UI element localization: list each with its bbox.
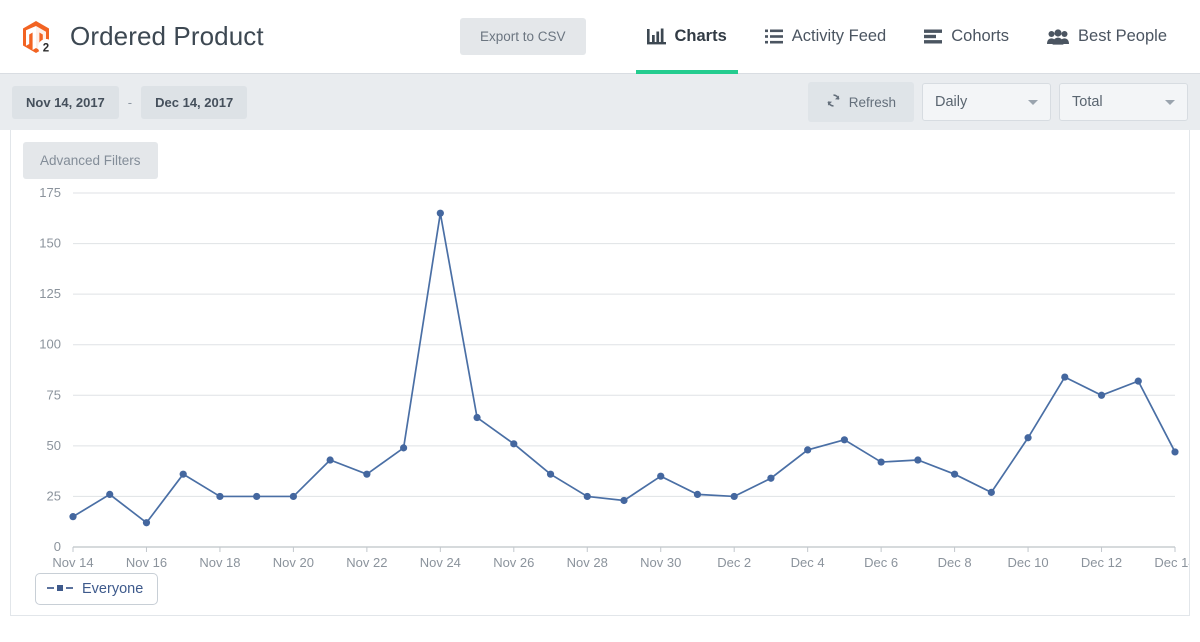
data-point[interactable] (436, 209, 444, 217)
y-axis-tick-label: 0 (54, 539, 61, 554)
tab-cohorts-label: Cohorts (951, 27, 1010, 45)
x-axis-tick-label: Dec 8 (938, 555, 972, 570)
data-point[interactable] (987, 488, 995, 496)
x-axis-tick-label: Nov 20 (273, 555, 314, 570)
series-line-everyone (72, 213, 1176, 524)
tab-activity-feed-label: Activity Feed (791, 27, 887, 45)
data-point[interactable] (363, 470, 371, 478)
magento-2-logo-icon: 2 (16, 16, 56, 57)
line-chart: 0 25 50 75 100 125 150 175 Nov 14 Nov 16 Nov 18 Nov… (11, 179, 1189, 579)
rows-icon (924, 29, 943, 44)
data-point[interactable] (400, 444, 408, 452)
data-point[interactable] (510, 440, 518, 448)
list-icon (764, 29, 783, 44)
data-point[interactable] (1097, 391, 1106, 399)
data-point[interactable] (840, 436, 849, 444)
x-axis-tick-label: Nov 14 (52, 555, 93, 570)
data-point[interactable] (583, 492, 591, 501)
x-axis-tick-label: Nov 26 (493, 555, 534, 570)
data-point[interactable] (877, 458, 885, 466)
data-point[interactable] (179, 470, 187, 478)
x-axis-tick-label: Dec 10 (1007, 555, 1048, 570)
data-point[interactable] (253, 492, 261, 501)
advanced-filters-button[interactable]: Advanced Filters (23, 142, 158, 179)
filter-toolbar: Nov 14, 2017 - Dec 14, 2017 Refresh Dail… (0, 74, 1200, 130)
export-to-csv-button[interactable]: Export to CSV (459, 18, 586, 55)
x-axis-tick-label: Dec 2 (717, 555, 751, 570)
x-axis-tick-label: Nov 16 (126, 555, 167, 570)
data-point[interactable] (289, 492, 297, 501)
tab-charts-label: Charts (674, 27, 727, 45)
date-from-input[interactable]: Nov 14, 2017 (12, 85, 119, 119)
x-axis-tick-label: Nov 28 (567, 555, 608, 570)
y-axis-tick-label: 175 (39, 185, 61, 200)
x-axis-tick-label: Dec 6 (864, 555, 898, 570)
people-group-icon (1047, 28, 1070, 45)
refresh-button-label: Refresh (848, 94, 896, 110)
date-to-input[interactable]: Dec 14, 2017 (141, 85, 248, 119)
metric-select-value: Total (1072, 94, 1103, 110)
data-point[interactable] (804, 446, 812, 454)
y-axis-tick-label: 25 (47, 488, 61, 503)
data-point[interactable] (1134, 377, 1142, 385)
y-axis-tick-label: 100 (39, 337, 61, 352)
y-axis-tick-label: 75 (47, 387, 61, 402)
data-point[interactable] (620, 496, 628, 505)
data-point[interactable] (767, 474, 775, 482)
data-point[interactable] (69, 513, 77, 521)
data-point[interactable] (914, 456, 922, 464)
filters-row: Advanced Filters (11, 130, 1189, 179)
interval-select[interactable]: Daily (922, 83, 1051, 121)
refresh-icon (826, 93, 841, 111)
data-point[interactable] (693, 490, 702, 499)
x-axis-tick-label: Nov 22 (346, 555, 387, 570)
y-axis-tick-label: 125 (39, 286, 61, 301)
x-axis-tick-label: Dec 4 (791, 555, 825, 570)
y-axis-tick-label: 50 (47, 438, 61, 453)
main-nav: Export to CSV Charts Activity Feed Cohor… (459, 0, 1186, 74)
x-axis-tick-label: Dec 14 (1154, 555, 1189, 570)
data-point[interactable] (657, 472, 665, 480)
tab-charts[interactable]: Charts (628, 0, 746, 74)
data-point[interactable] (1171, 448, 1179, 456)
data-point[interactable] (546, 470, 555, 478)
metric-select[interactable]: Total (1059, 83, 1188, 121)
svg-text:2: 2 (43, 42, 49, 54)
tab-best-people-label: Best People (1078, 27, 1167, 45)
data-point[interactable] (326, 456, 334, 464)
interval-select-value: Daily (935, 94, 968, 110)
x-axis-tick-label: Nov 30 (640, 555, 681, 570)
toolbar-actions: Refresh Daily Total (807, 82, 1188, 122)
chevron-down-icon (1028, 99, 1038, 105)
chart-svg: 0 25 50 75 100 125 150 175 Nov 14 Nov 16 Nov 18 Nov… (39, 185, 1189, 570)
data-point[interactable] (1024, 434, 1032, 442)
legend-marker-icon (47, 580, 73, 598)
data-point[interactable] (1061, 373, 1069, 381)
data-point[interactable] (142, 519, 151, 527)
y-axis-tick-label: 150 (39, 236, 61, 251)
x-axis-tick-label: Nov 24 (420, 555, 461, 570)
brand: 2 Ordered Product (16, 16, 264, 57)
app-header: 2 Ordered Product Export to CSV Charts A… (0, 0, 1200, 74)
data-point[interactable] (216, 492, 224, 501)
legend-label: Everyone (82, 581, 144, 597)
x-axis-tick-label: Dec 12 (1081, 555, 1122, 570)
data-point[interactable] (473, 413, 481, 422)
tab-cohorts[interactable]: Cohorts (905, 0, 1028, 73)
page-title: Ordered Product (70, 21, 264, 51)
date-range-separator: - (127, 94, 133, 110)
data-point[interactable] (951, 470, 959, 478)
x-axis-tick-label: Nov 18 (199, 555, 240, 570)
refresh-button[interactable]: Refresh (807, 82, 914, 122)
data-point[interactable] (106, 490, 114, 499)
tab-activity-feed[interactable]: Activity Feed (746, 0, 905, 73)
data-point[interactable] (730, 492, 738, 501)
chevron-down-icon (1165, 99, 1175, 105)
chart-legend[interactable]: Everyone (35, 573, 159, 605)
chart-panel: Advanced Filters 0 25 50 75 100 125 150 175 Nov … (10, 130, 1190, 616)
bar-chart-icon (646, 28, 666, 45)
tab-best-people[interactable]: Best People (1028, 0, 1186, 73)
